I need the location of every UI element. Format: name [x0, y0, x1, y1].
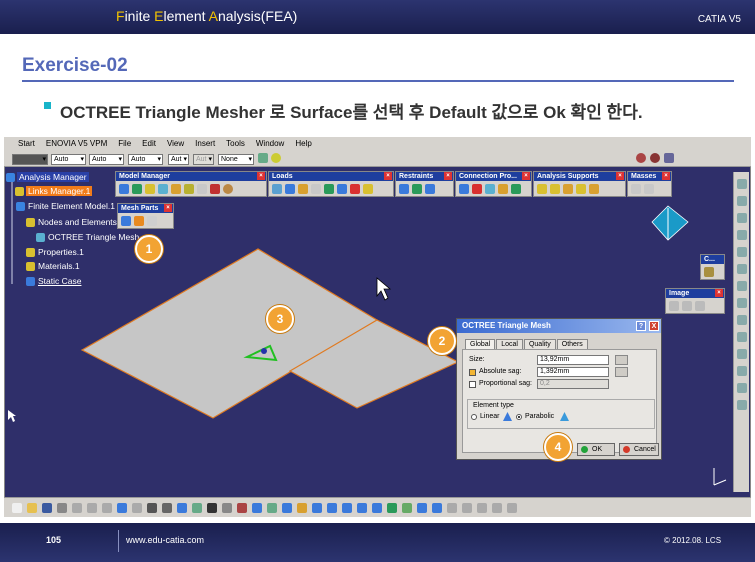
- knowledge-icon[interactable]: [237, 502, 247, 513]
- catalog-icon[interactable]: [222, 502, 232, 513]
- absolute-sag-checkbox[interactable]: [469, 369, 476, 376]
- swap-space-icon[interactable]: [417, 502, 427, 513]
- open-icon[interactable]: [27, 502, 37, 513]
- standard-toolbar-bottom: [4, 497, 751, 517]
- rotate-tool-icon[interactable]: [297, 502, 307, 513]
- zoom-in-icon[interactable]: [312, 502, 322, 513]
- ok-icon: [581, 446, 588, 453]
- cancel-button[interactable]: Cancel: [619, 443, 659, 456]
- surface-model[interactable]: [0, 0, 755, 562]
- analysis-icon[interactable]: [447, 502, 457, 513]
- comment-icon[interactable]: [177, 502, 187, 513]
- callout-3: 3: [266, 305, 294, 333]
- zoom-out-icon[interactable]: [327, 502, 337, 513]
- zoom-icon[interactable]: [737, 213, 747, 223]
- pan-icon[interactable]: [737, 247, 747, 257]
- save-icon[interactable]: [42, 502, 52, 513]
- measure-item-icon[interactable]: [477, 502, 487, 513]
- proportional-sag-label: Proportional sag:: [479, 380, 532, 387]
- size-settings-button[interactable]: [615, 355, 628, 365]
- dialog-close-button[interactable]: X: [649, 321, 659, 331]
- redo-icon[interactable]: [132, 502, 142, 513]
- multi-view-icon[interactable]: [357, 502, 367, 513]
- iso-view-icon[interactable]: [737, 281, 747, 291]
- new-icon[interactable]: [12, 502, 22, 513]
- hide-show-icon[interactable]: [402, 502, 412, 513]
- normal-icon[interactable]: [342, 502, 352, 513]
- tab-quality[interactable]: Quality: [523, 339, 556, 349]
- rotate-icon[interactable]: [737, 230, 747, 240]
- origin-icon: [261, 348, 267, 354]
- size-label: Size:: [469, 356, 485, 363]
- macro-icon[interactable]: [192, 502, 202, 513]
- sag-settings-button[interactable]: [615, 367, 628, 377]
- tab-local[interactable]: Local: [496, 339, 523, 349]
- print-icon[interactable]: [57, 502, 67, 513]
- proportional-sag-checkbox[interactable]: [469, 381, 476, 388]
- callout-1: 1: [135, 235, 163, 263]
- compass-icon[interactable]: [651, 205, 689, 241]
- grid-icon[interactable]: [737, 383, 747, 393]
- whats-this-icon[interactable]: [147, 502, 157, 513]
- swap-icon[interactable]: [737, 332, 747, 342]
- normal-view-icon[interactable]: [737, 264, 747, 274]
- callout-2: 2: [428, 327, 456, 355]
- dialog-tabs: Global Local Quality Others: [465, 339, 589, 349]
- pan-tool-icon[interactable]: [282, 502, 292, 513]
- formula-icon[interactable]: [162, 502, 172, 513]
- measure-icon[interactable]: [737, 349, 747, 359]
- proportional-sag-field: 0,2: [537, 379, 609, 389]
- fly-icon[interactable]: [737, 179, 747, 189]
- size-field[interactable]: 13,92mm: [537, 355, 609, 365]
- cancel-icon: [623, 446, 630, 453]
- pointer-icon: [8, 410, 16, 422]
- render-icon[interactable]: [737, 298, 747, 308]
- inertia-icon[interactable]: [492, 502, 502, 513]
- footer-url[interactable]: www.edu-catia.com: [126, 535, 204, 545]
- dialog-titlebar: OCTREE Triangle Mesh ? X: [457, 319, 661, 333]
- material-apply-icon[interactable]: [432, 502, 442, 513]
- copy-icon[interactable]: [87, 502, 97, 513]
- shading-icon[interactable]: [387, 502, 397, 513]
- undo-icon[interactable]: [117, 502, 127, 513]
- select-icon[interactable]: [737, 196, 747, 206]
- slide-footer: [0, 523, 755, 562]
- absolute-sag-label: Absolute sag:: [479, 368, 522, 375]
- footer-divider: [118, 530, 119, 552]
- sensor-icon[interactable]: [507, 502, 517, 513]
- element-type-group: [467, 399, 655, 429]
- tab-global[interactable]: Global: [465, 339, 496, 349]
- lights-icon[interactable]: [737, 400, 747, 410]
- cut-icon[interactable]: [72, 502, 82, 513]
- fit-all-icon[interactable]: [267, 502, 277, 513]
- paste-icon[interactable]: [102, 502, 112, 513]
- callout-4: 4: [544, 433, 572, 461]
- table-icon[interactable]: [207, 502, 217, 513]
- ok-button[interactable]: OK: [577, 443, 615, 456]
- absolute-sag-field[interactable]: 1,392mm: [537, 367, 609, 377]
- hide-icon[interactable]: [737, 315, 747, 325]
- fly-mode-icon[interactable]: [252, 502, 262, 513]
- sketch-icon[interactable]: [737, 366, 747, 376]
- measure-between-icon[interactable]: [462, 502, 472, 513]
- page-number: 105: [46, 535, 62, 545]
- view-toolbar-right: [733, 172, 749, 492]
- help-button[interactable]: ?: [636, 321, 646, 331]
- iso-icon[interactable]: [372, 502, 382, 513]
- footer-copyright: © 2012.08. LCS: [664, 536, 722, 545]
- mouse-cursor-icon: [376, 277, 392, 301]
- tab-others[interactable]: Others: [556, 339, 588, 349]
